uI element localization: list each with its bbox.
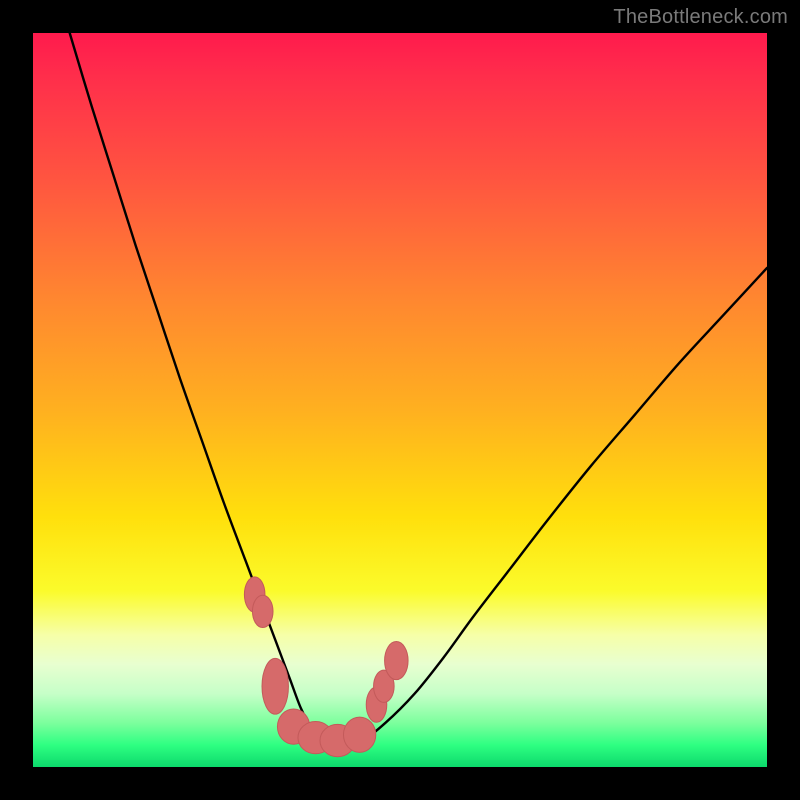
chart-svg	[33, 33, 767, 767]
curve-marker	[262, 658, 288, 714]
chart-frame: TheBottleneck.com	[0, 0, 800, 800]
curve-markers	[244, 577, 408, 757]
chart-plot-area	[33, 33, 767, 767]
watermark-text: TheBottleneck.com	[613, 6, 788, 29]
curve-marker	[385, 641, 408, 679]
bottleneck-curve	[70, 33, 767, 742]
curve-marker	[252, 595, 273, 627]
curve-marker	[343, 717, 375, 752]
